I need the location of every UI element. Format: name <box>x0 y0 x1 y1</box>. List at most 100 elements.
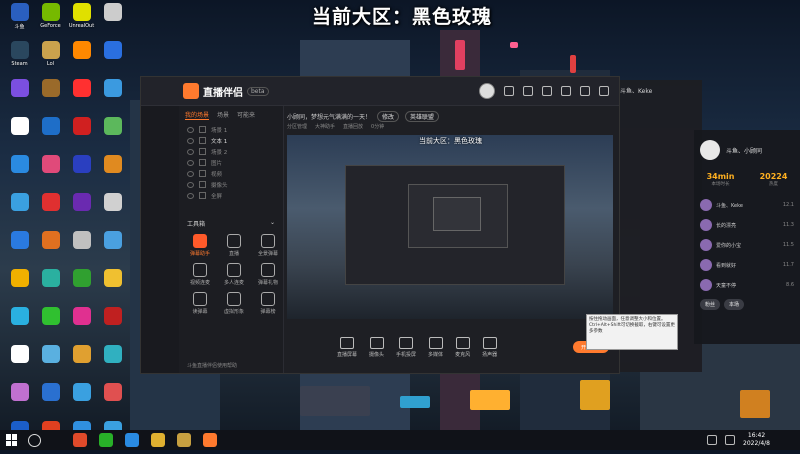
scene-item[interactable]: 场景 1 <box>179 124 283 135</box>
desktop-icon[interactable] <box>4 344 35 378</box>
viewer-row[interactable]: 爱你的小宝 11.5 <box>694 235 800 255</box>
desktop-icon[interactable] <box>97 382 128 416</box>
desktop-icon[interactable] <box>4 116 35 150</box>
toolbox-item[interactable]: 多人连麦 <box>217 263 251 286</box>
category-select[interactable]: 英雄联盟 <box>405 110 440 122</box>
desktop-icon[interactable] <box>66 344 97 378</box>
toolbox-item[interactable]: 弹幕榜 <box>251 292 285 315</box>
desktop-icon[interactable] <box>35 230 66 264</box>
desktop-icon[interactable] <box>97 2 128 36</box>
close-icon[interactable] <box>599 86 609 96</box>
desktop-icon[interactable] <box>97 306 128 340</box>
desktop-icon[interactable] <box>97 154 128 188</box>
desktop-icon[interactable] <box>4 78 35 112</box>
viewer-row[interactable]: 天童不停 8.6 <box>694 275 800 295</box>
scene-item[interactable]: 视频 <box>179 168 283 179</box>
desktop-icon[interactable]: GeForce <box>35 2 66 36</box>
desktop-icon[interactable]: 斗鱼 <box>4 2 35 36</box>
toolbox-more-icon[interactable]: ⌄ <box>270 219 275 228</box>
toolbox-item[interactable]: 直播 <box>217 234 251 257</box>
desktop-icon[interactable] <box>66 192 97 226</box>
message-icon[interactable] <box>523 86 533 96</box>
lock-icon[interactable] <box>199 148 206 155</box>
source-button[interactable]: 多媒体 <box>428 336 443 358</box>
scene-item[interactable]: 全屏 <box>179 190 283 201</box>
chrome-taskbar-icon[interactable] <box>73 433 87 447</box>
messenger-taskbar-icon[interactable] <box>125 433 139 447</box>
league-taskbar-icon[interactable] <box>177 433 191 447</box>
desktop-icon[interactable] <box>97 230 128 264</box>
viewer-row[interactable]: 长的漂亮 11.3 <box>694 215 800 235</box>
visibility-icon[interactable] <box>187 170 194 177</box>
lock-icon[interactable] <box>199 181 206 188</box>
clock[interactable]: 16:42 2022/4/8 <box>743 432 770 448</box>
stream-preview[interactable]: 当前大区：黑色玫瑰 <box>287 135 613 319</box>
desktop-icon[interactable] <box>97 344 128 378</box>
user-avatar[interactable] <box>479 83 495 99</box>
desktop-icon[interactable] <box>4 154 35 188</box>
desktop-icon[interactable] <box>66 382 97 416</box>
help-link[interactable]: 斗鱼直播伴侣使用帮助 <box>187 362 237 369</box>
wechat-taskbar-icon[interactable] <box>99 433 113 447</box>
toolbox-item[interactable]: 弹幕助手 <box>183 234 217 257</box>
desktop-icon[interactable] <box>35 268 66 302</box>
scene-tab[interactable]: 场景 <box>217 110 229 120</box>
toolbox-item[interactable]: 虚拟形象 <box>217 292 251 315</box>
desktop-icon[interactable] <box>97 40 128 74</box>
douyu-taskbar-icon[interactable] <box>203 433 217 447</box>
maximize-icon[interactable] <box>580 86 590 96</box>
desktop-icon[interactable] <box>35 192 66 226</box>
desktop-icon[interactable] <box>35 116 66 150</box>
scene-item[interactable]: 文本 1 <box>179 135 283 146</box>
toolbox-item[interactable]: 弹幕礼物 <box>251 263 285 286</box>
visibility-icon[interactable] <box>187 159 194 166</box>
desktop-icon[interactable] <box>66 116 97 150</box>
desktop-icon[interactable] <box>35 344 66 378</box>
desktop-icon[interactable] <box>66 268 97 302</box>
edit-title-button[interactable]: 修改 <box>377 110 400 122</box>
viewer-row[interactable]: 看到就好 11.7 <box>694 255 800 275</box>
toolbox-item[interactable]: 全景弹幕 <box>251 234 285 257</box>
toolbox-item[interactable]: 视频连麦 <box>183 263 217 286</box>
desktop-icon[interactable] <box>66 306 97 340</box>
lock-icon[interactable] <box>199 170 206 177</box>
visibility-icon[interactable] <box>187 148 194 155</box>
room-sub-item[interactable]: 0分钟 <box>371 123 384 133</box>
visibility-icon[interactable] <box>187 126 194 133</box>
source-button[interactable]: 手机投屏 <box>396 336 416 358</box>
desktop-icon[interactable] <box>4 306 35 340</box>
room-sub-item[interactable]: 分区管理 <box>287 123 307 133</box>
desktop-icon[interactable] <box>66 230 97 264</box>
room-sub-item[interactable]: 大神助手 <box>315 123 335 133</box>
toolbox-item[interactable]: 读弹幕 <box>183 292 217 315</box>
source-button[interactable]: 麦克风 <box>455 336 470 358</box>
search-icon[interactable] <box>28 433 41 447</box>
gift-icon[interactable] <box>504 86 514 96</box>
desktop-icon[interactable] <box>35 78 66 112</box>
desktop-icon[interactable] <box>97 116 128 150</box>
lock-icon[interactable] <box>199 159 206 166</box>
scene-tab[interactable]: 我的场景 <box>185 110 210 120</box>
desktop-icon[interactable] <box>35 154 66 188</box>
desktop-icon[interactable] <box>4 268 35 302</box>
desktop-icon[interactable] <box>4 382 35 416</box>
desktop-icon[interactable]: Steam <box>4 40 35 74</box>
profile-button[interactable]: 本场 <box>724 299 745 310</box>
desktop-icon[interactable] <box>4 230 35 264</box>
scene-item[interactable]: 图片 <box>179 157 283 168</box>
lock-icon[interactable] <box>199 137 206 144</box>
source-button[interactable]: 直播屏幕 <box>337 336 357 358</box>
menu-icon[interactable] <box>542 86 552 96</box>
volume-icon[interactable] <box>725 435 736 445</box>
desktop-icon[interactable] <box>66 154 97 188</box>
visibility-icon[interactable] <box>187 181 194 188</box>
desktop-icon[interactable] <box>35 382 66 416</box>
visibility-icon[interactable] <box>187 192 194 199</box>
network-icon[interactable] <box>707 435 718 445</box>
source-button[interactable]: 扬声器 <box>482 336 497 358</box>
desktop-icon[interactable] <box>4 192 35 226</box>
lock-icon[interactable] <box>199 126 206 133</box>
desktop-icon[interactable]: Lol <box>35 40 66 74</box>
desktop-icon[interactable]: UnrealOut <box>66 2 97 36</box>
desktop-icon[interactable] <box>66 78 97 112</box>
